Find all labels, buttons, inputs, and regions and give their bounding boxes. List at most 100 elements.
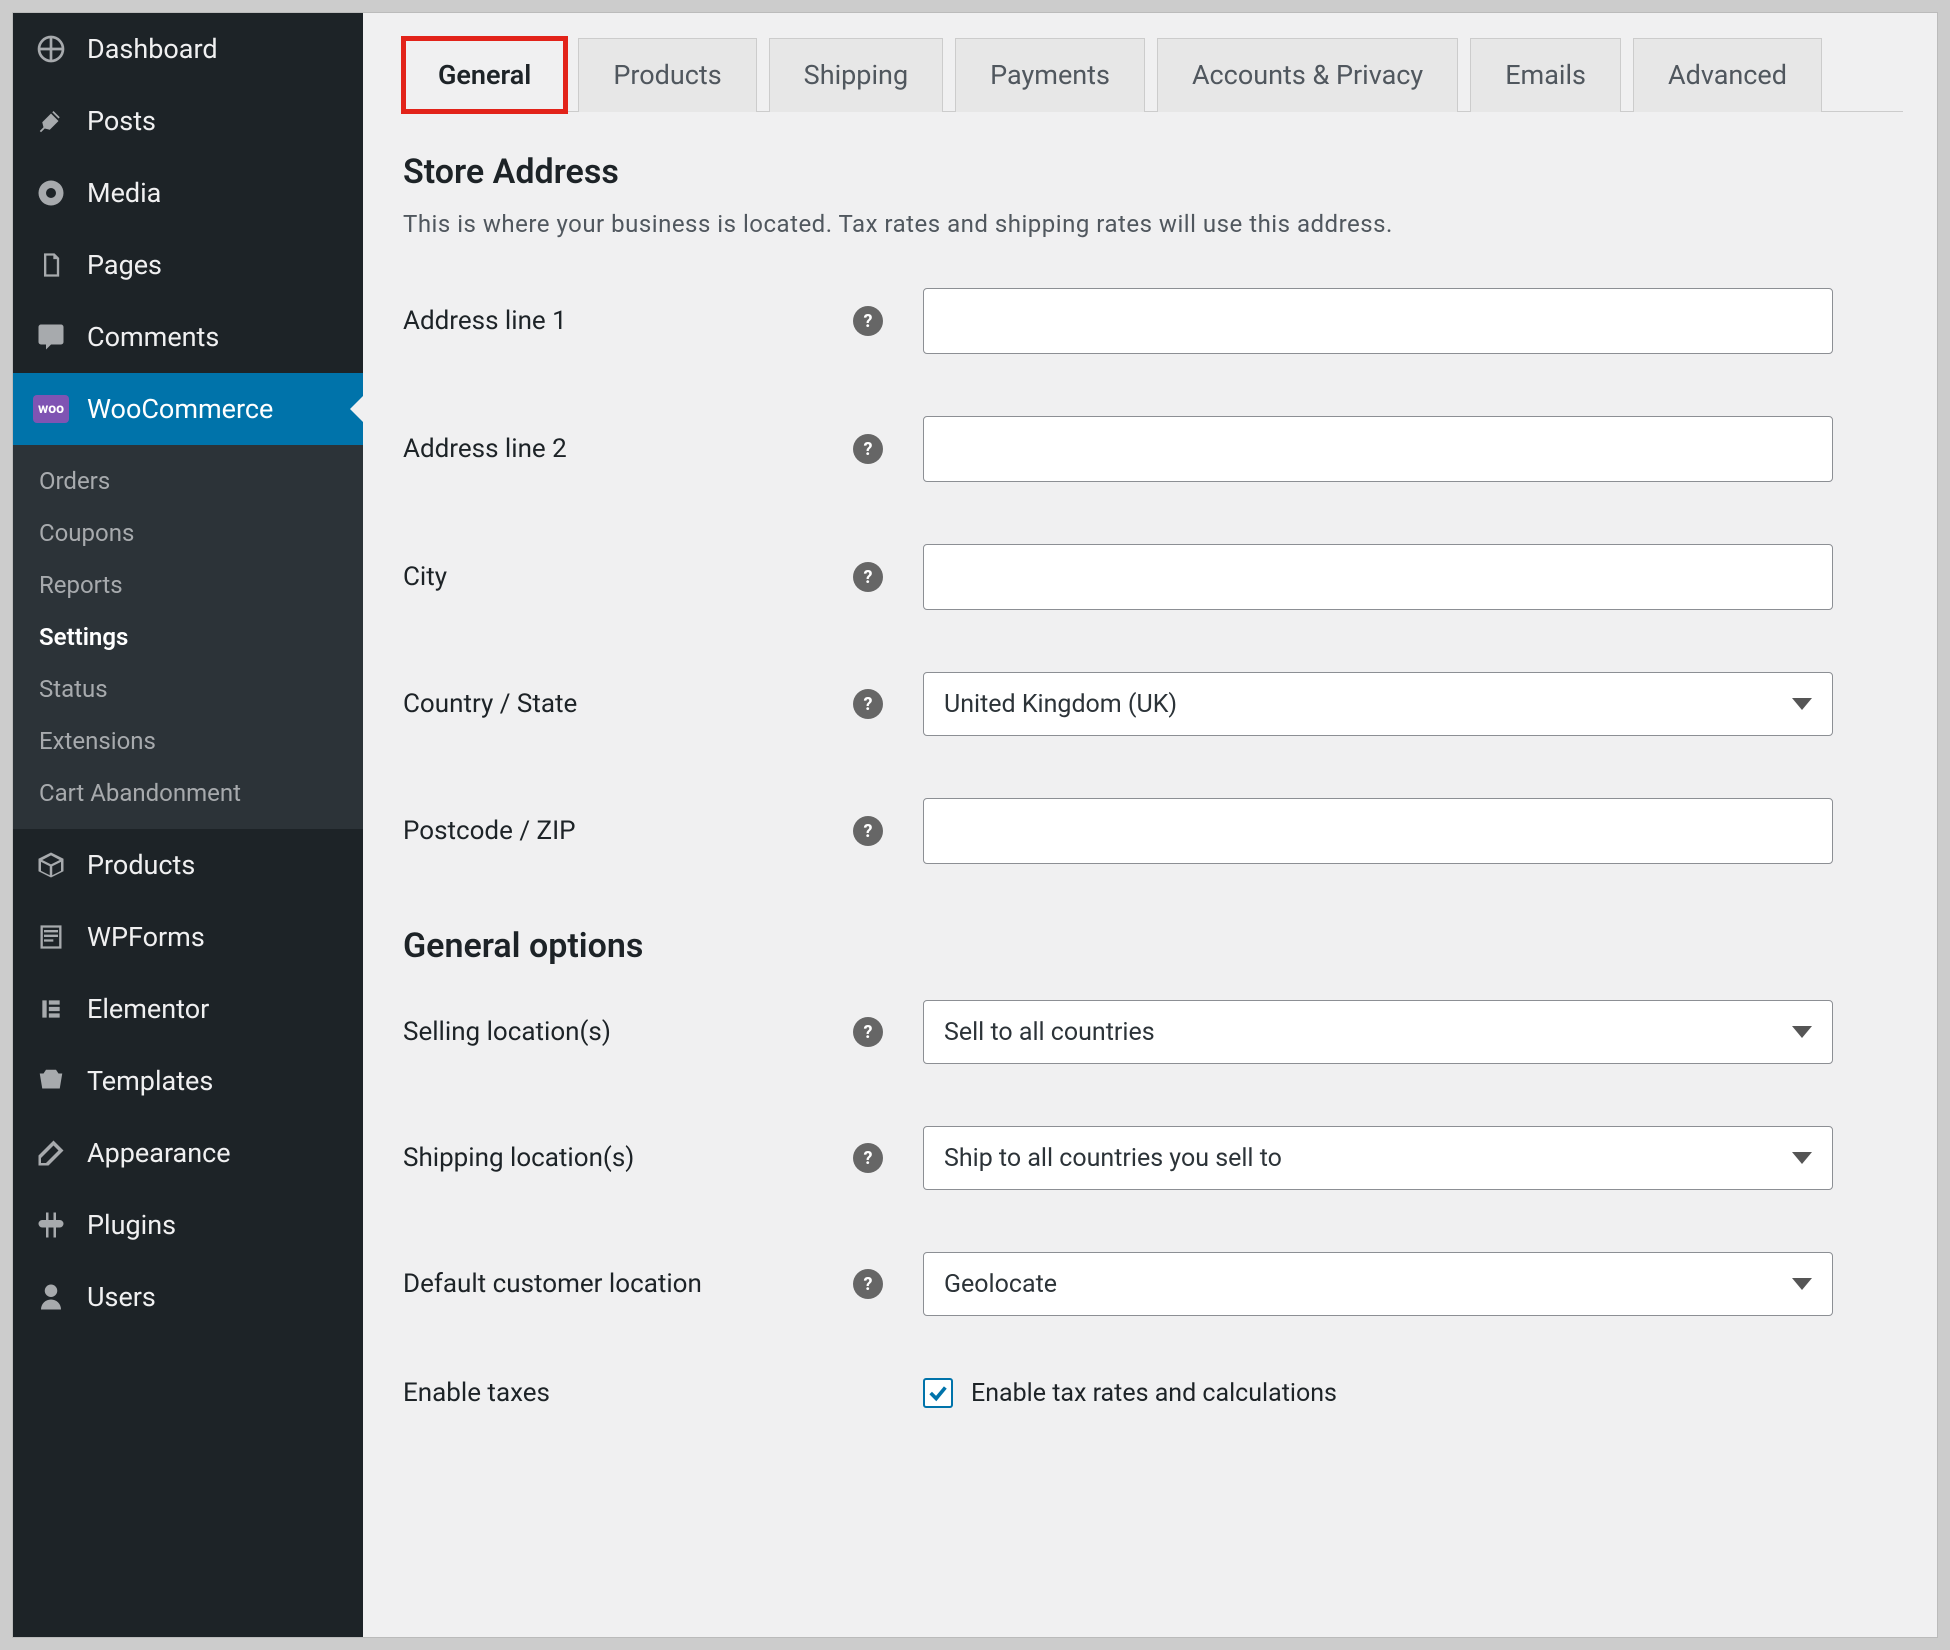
chevron-down-icon [1792,1278,1812,1290]
input-address1[interactable] [923,288,1833,354]
help-icon[interactable]: ? [853,816,883,846]
help-icon[interactable]: ? [853,689,883,719]
sidebar-item-elementor[interactable]: Elementor [13,973,363,1045]
submenu-coupons[interactable]: Coupons [13,507,363,559]
label-address1: Address line 1 [403,306,833,336]
row-address1: Address line 1 ? [403,288,1903,354]
submenu-extensions[interactable]: Extensions [13,715,363,767]
box-icon [33,847,69,883]
sidebar-item-media[interactable]: Media [13,157,363,229]
sidebar-item-appearance[interactable]: Appearance [13,1117,363,1189]
tab-advanced[interactable]: Advanced [1633,38,1822,112]
label-enable-taxes: Enable taxes [403,1378,833,1408]
select-country[interactable]: United Kingdom (UK) [923,672,1833,736]
sidebar-item-plugins[interactable]: Plugins [13,1189,363,1261]
sidebar-item-posts[interactable]: Posts [13,85,363,157]
appearance-icon [33,1135,69,1171]
help-icon[interactable]: ? [853,1269,883,1299]
input-postcode[interactable] [923,798,1833,864]
sidebar-item-dashboard[interactable]: Dashboard [13,13,363,85]
app-frame: Dashboard Posts Media Pages Comments woo… [12,12,1938,1638]
sidebar-item-wpforms[interactable]: WPForms [13,901,363,973]
tab-emails[interactable]: Emails [1470,38,1621,112]
elementor-icon [33,991,69,1027]
sidebar-item-products[interactable]: Products [13,829,363,901]
row-selling-locations: Selling location(s) ? Sell to all countr… [403,1000,1903,1064]
chevron-down-icon [1792,1152,1812,1164]
select-shipping-locations[interactable]: Ship to all countries you sell to [923,1126,1833,1190]
help-icon[interactable]: ? [853,562,883,592]
sidebar-item-users[interactable]: Users [13,1261,363,1333]
chevron-down-icon [1792,698,1812,710]
row-country: Country / State ? United Kingdom (UK) [403,672,1903,736]
select-value: United Kingdom (UK) [944,690,1177,719]
select-default-location[interactable]: Geolocate [923,1252,1833,1316]
submenu-cart-abandonment[interactable]: Cart Abandonment [13,767,363,819]
media-icon [33,175,69,211]
sidebar-label: Posts [87,105,156,137]
woocommerce-submenu: Orders Coupons Reports Settings Status E… [13,445,363,829]
label-shipping-locations: Shipping location(s) [403,1143,833,1173]
general-options-heading: General options [403,926,1903,966]
settings-panel: General Products Shipping Payments Accou… [363,13,1937,1637]
store-address-heading: Store Address [403,152,1903,192]
sidebar-label: Comments [87,321,219,353]
tab-products[interactable]: Products [578,38,756,112]
sidebar-item-pages[interactable]: Pages [13,229,363,301]
label-city: City [403,562,833,592]
tab-accounts-privacy[interactable]: Accounts & Privacy [1157,38,1458,112]
form-icon [33,919,69,955]
submenu-settings[interactable]: Settings [13,611,363,663]
row-postcode: Postcode / ZIP ? [403,798,1903,864]
check-icon [923,1378,953,1408]
help-icon[interactable]: ? [853,1017,883,1047]
sidebar-label: Plugins [87,1209,176,1241]
row-shipping-locations: Shipping location(s) ? Ship to all count… [403,1126,1903,1190]
store-address-description: This is where your business is located. … [403,210,1903,238]
help-icon[interactable]: ? [853,1143,883,1173]
checkbox-label: Enable tax rates and calculations [971,1379,1337,1408]
sidebar-label: WPForms [87,921,205,953]
sidebar-item-woocommerce[interactable]: woo WooCommerce [13,373,363,445]
help-icon[interactable]: ? [853,306,883,336]
woo-icon: woo [33,391,69,427]
admin-sidebar: Dashboard Posts Media Pages Comments woo… [13,13,363,1637]
row-address2: Address line 2 ? [403,416,1903,482]
select-selling-locations[interactable]: Sell to all countries [923,1000,1833,1064]
dashboard-icon [33,31,69,67]
comments-icon [33,319,69,355]
label-selling-locations: Selling location(s) [403,1017,833,1047]
submenu-status[interactable]: Status [13,663,363,715]
chevron-down-icon [1792,1026,1812,1038]
tab-payments[interactable]: Payments [955,38,1145,112]
sidebar-label: Pages [87,249,162,281]
input-address2[interactable] [923,416,1833,482]
sidebar-label: Appearance [87,1137,231,1169]
help-icon[interactable]: ? [853,434,883,464]
row-default-location: Default customer location ? Geolocate [403,1252,1903,1316]
plugins-icon [33,1207,69,1243]
checkbox-enable-taxes[interactable]: Enable tax rates and calculations [923,1378,1337,1408]
users-icon [33,1279,69,1315]
pages-icon [33,247,69,283]
row-enable-taxes: Enable taxes ? Enable tax rates and calc… [403,1378,1903,1408]
submenu-reports[interactable]: Reports [13,559,363,611]
row-city: City ? [403,544,1903,610]
sidebar-label: WooCommerce [87,393,273,425]
sidebar-label: Templates [87,1065,213,1097]
input-city[interactable] [923,544,1833,610]
sidebar-item-comments[interactable]: Comments [13,301,363,373]
sidebar-label: Products [87,849,195,881]
select-value: Sell to all countries [944,1018,1155,1047]
tab-general[interactable]: General [403,38,566,112]
tab-shipping[interactable]: Shipping [769,38,943,112]
sidebar-label: Elementor [87,993,209,1025]
submenu-orders[interactable]: Orders [13,455,363,507]
select-value: Geolocate [944,1270,1057,1299]
label-address2: Address line 2 [403,434,833,464]
pin-icon [33,103,69,139]
sidebar-item-templates[interactable]: Templates [13,1045,363,1117]
sidebar-label: Media [87,177,161,209]
sidebar-label: Dashboard [87,33,218,65]
label-default-location: Default customer location [403,1269,833,1299]
